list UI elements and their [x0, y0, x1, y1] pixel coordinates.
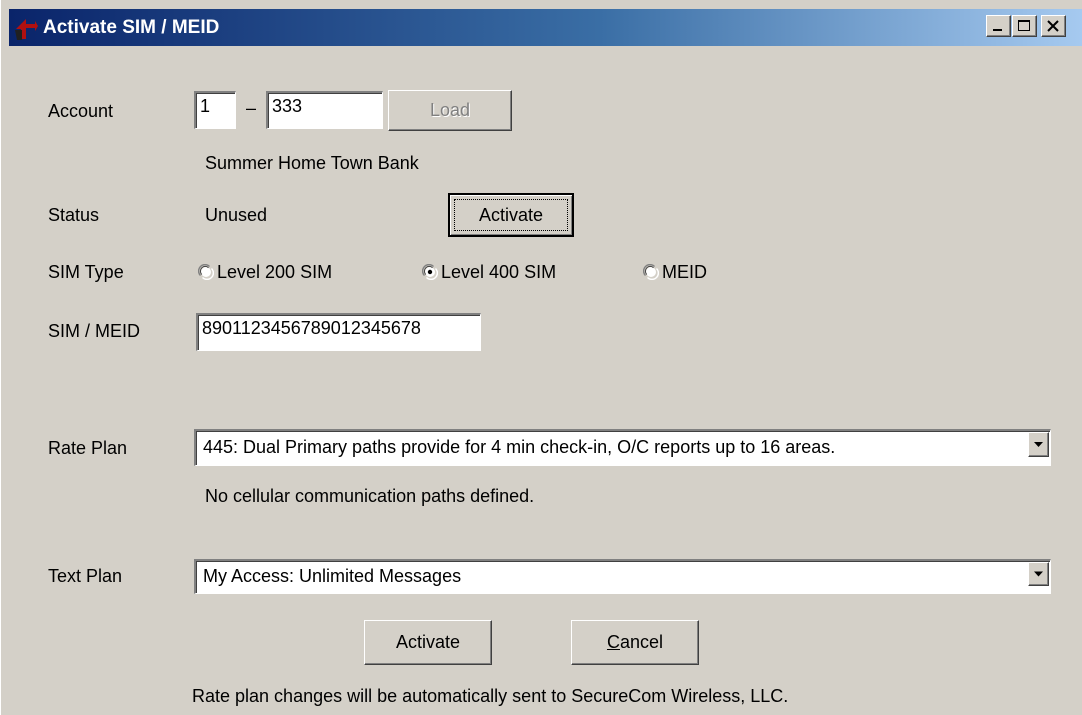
rate-plan-selected: 445: Dual Primary paths provide for 4 mi…: [203, 437, 836, 457]
title-bar[interactable]: Activate SIM / MEID: [9, 9, 1082, 46]
close-icon: [1047, 20, 1059, 32]
rate-plan-note: No cellular communication paths defined.: [205, 486, 535, 506]
activate-button-label: Activate: [395, 632, 461, 652]
radio-meid-label[interactable]: MEID: [662, 262, 707, 283]
cancel-accelerator-key: C: [606, 632, 620, 652]
activate-sim-dialog: Activate SIM / MEID Account 1 – 333 Load…: [0, 0, 1082, 715]
account-prefix-input[interactable]: 1: [194, 91, 236, 129]
focus-indicator: [454, 199, 568, 231]
text-plan-selected: My Access: Unlimited Messages: [203, 566, 462, 586]
load-button[interactable]: Load: [388, 90, 512, 131]
radio-level-400[interactable]: [422, 264, 438, 280]
status-label: Status: [48, 205, 100, 225]
account-number-input[interactable]: 333: [266, 91, 383, 129]
radio-meid[interactable]: [643, 264, 659, 280]
account-separator: –: [246, 98, 257, 118]
text-plan-select[interactable]: My Access: Unlimited Messages: [194, 559, 1051, 594]
radio-level-200[interactable]: [198, 264, 214, 280]
app-logo-icon: [15, 19, 38, 40]
maximize-icon: [1018, 20, 1030, 31]
close-button[interactable]: [1041, 15, 1066, 37]
status-value: Unused: [205, 205, 268, 225]
text-plan-dropdown-button[interactable]: [1028, 562, 1049, 586]
chevron-down-icon: [1034, 571, 1043, 577]
chevron-down-icon: [1034, 442, 1043, 447]
load-button-label: Load: [429, 100, 471, 120]
status-activate-button[interactable]: Activate: [448, 193, 574, 237]
sim-type-label: SIM Type: [48, 262, 124, 282]
activate-button[interactable]: Activate: [364, 620, 492, 665]
minimize-button[interactable]: [986, 15, 1011, 37]
radio-level-200-label[interactable]: Level 200 SIM: [217, 262, 332, 283]
account-name: Summer Home Town Bank: [205, 153, 419, 173]
account-label: Account: [48, 101, 114, 121]
rate-plan-select[interactable]: 445: Dual Primary paths provide for 4 mi…: [194, 429, 1051, 466]
radio-selected-dot: [427, 269, 433, 275]
rate-plan-dropdown-button[interactable]: [1028, 432, 1049, 457]
sim-meid-label: SIM / MEID: [48, 321, 141, 341]
rate-plan-label: Rate Plan: [48, 438, 128, 458]
text-plan-label: Text Plan: [48, 566, 123, 586]
cancel-button-label: Cancel: [607, 621, 663, 664]
window-title: Activate SIM / MEID: [43, 17, 220, 38]
sim-meid-input[interactable]: 8901123456789012345678: [196, 313, 481, 351]
maximize-button[interactable]: [1012, 15, 1037, 37]
cancel-label-rest: ancel: [619, 632, 664, 652]
radio-level-400-label[interactable]: Level 400 SIM: [441, 262, 556, 283]
cancel-button[interactable]: Cancel: [571, 620, 699, 665]
minimize-icon: [993, 29, 1002, 31]
footer-notice: Rate plan changes will be automatically …: [192, 686, 789, 706]
